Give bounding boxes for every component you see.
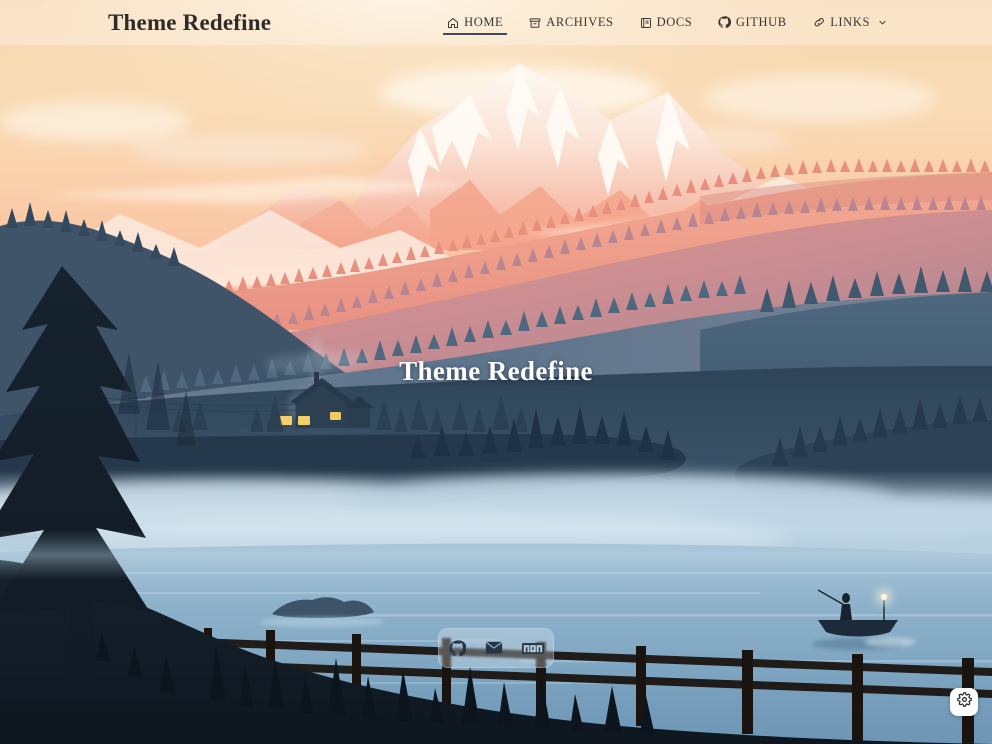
email-icon[interactable] bbox=[485, 641, 503, 655]
cabin-window-light bbox=[298, 416, 310, 425]
nav-label-home: HOME bbox=[464, 14, 504, 29]
nav-item-links[interactable]: LINKS bbox=[800, 0, 900, 45]
link-icon bbox=[813, 16, 826, 29]
npm-icon[interactable] bbox=[521, 642, 544, 654]
chevron-down-icon bbox=[878, 18, 887, 27]
site-header: Theme Redefine HOME ARCHIVES DOCS GITHUB… bbox=[0, 0, 992, 45]
home-icon bbox=[447, 17, 459, 29]
nav-label-github: GITHUB bbox=[735, 14, 787, 29]
nav-item-home[interactable]: HOME bbox=[434, 0, 516, 45]
github-icon bbox=[718, 16, 731, 29]
settings-button[interactable] bbox=[950, 688, 978, 716]
gear-icon bbox=[956, 692, 972, 712]
main-navigation: HOME ARCHIVES DOCS GITHUB LINKS bbox=[434, 0, 900, 45]
nav-item-docs[interactable]: DOCS bbox=[627, 0, 706, 45]
nav-label-links: LINKS bbox=[830, 14, 870, 29]
nav-item-archives[interactable]: ARCHIVES bbox=[516, 0, 626, 45]
hero-title: Theme Redefine bbox=[399, 356, 593, 386]
nav-label-docs: DOCS bbox=[656, 14, 693, 29]
nav-item-github[interactable]: GITHUB bbox=[705, 0, 799, 45]
social-links-bar bbox=[438, 628, 554, 668]
github-icon[interactable] bbox=[449, 639, 466, 657]
site-brand[interactable]: Theme Redefine bbox=[108, 10, 271, 36]
cabin-window-light bbox=[330, 412, 341, 420]
archive-icon bbox=[529, 17, 541, 29]
book-icon bbox=[640, 17, 652, 29]
page-root: Theme Redefine HOME ARCHIVES DOCS GITHUB… bbox=[0, 0, 992, 744]
nav-label-archives: ARCHIVES bbox=[546, 14, 614, 29]
